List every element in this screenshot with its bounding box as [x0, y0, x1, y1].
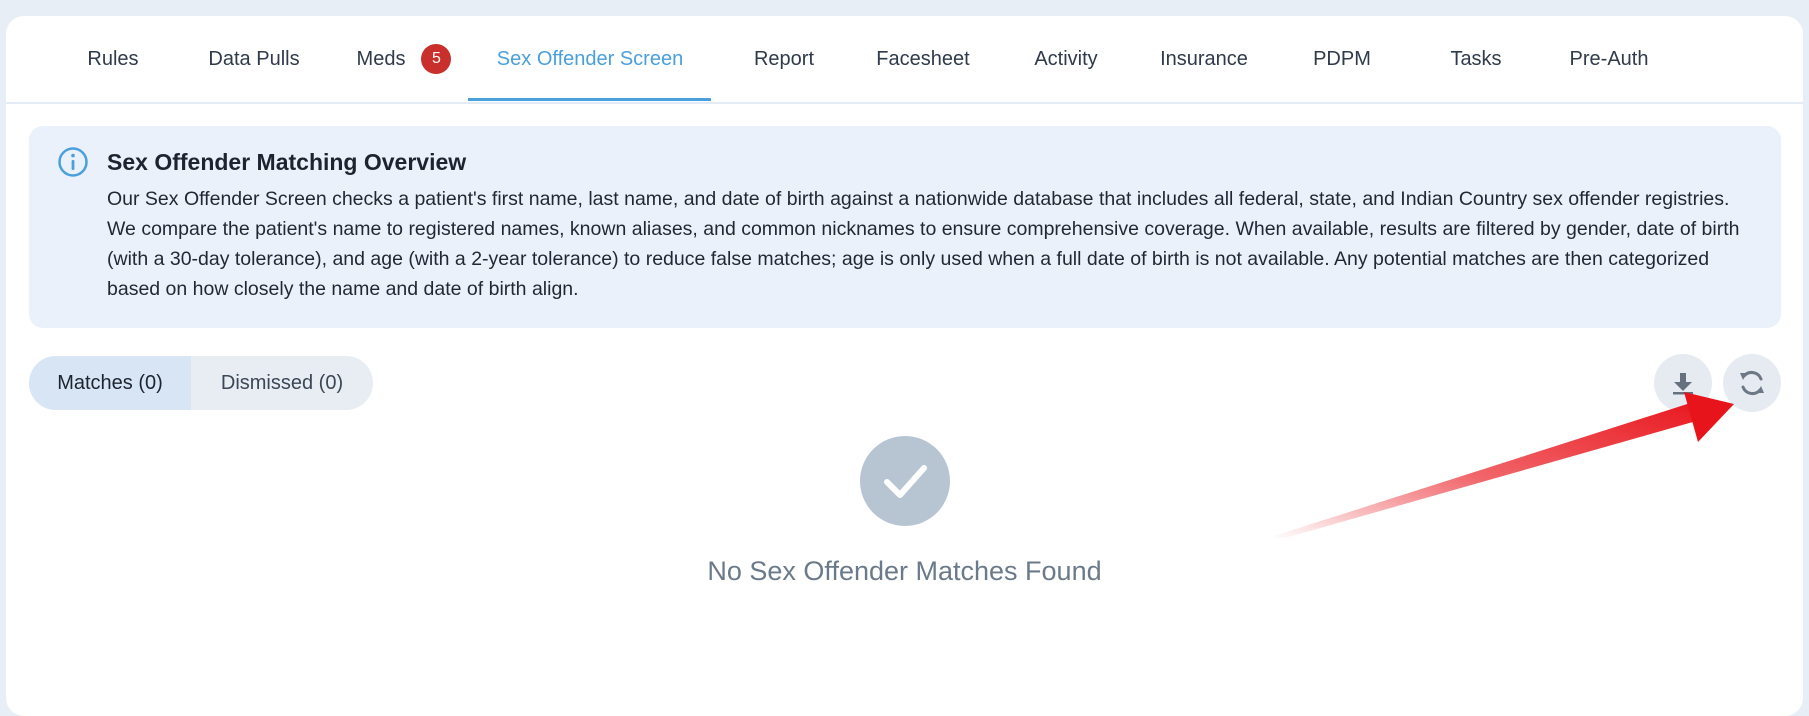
dismissed-segment[interactable]: Dismissed (0)	[191, 356, 373, 410]
tab-label: Report	[753, 47, 815, 70]
tab-label: Activity	[1034, 47, 1098, 70]
tab-label: Meds	[356, 47, 406, 70]
matches-segmented-control: Matches (0) Dismissed (0)	[29, 356, 373, 410]
tab-label: Tasks	[1450, 47, 1502, 70]
tab-label: Sex Offender Screen	[496, 47, 684, 70]
check-circle-icon	[860, 436, 950, 526]
tab-data-pulls[interactable]: Data Pulls	[196, 16, 312, 102]
tab-label: Data Pulls	[208, 47, 300, 70]
tab-activity[interactable]: Activity	[1016, 16, 1116, 102]
overview-description: Our Sex Offender Screen checks a patient…	[107, 188, 1740, 300]
tab-label: Facesheet	[876, 47, 970, 70]
tab-label: Rules	[87, 47, 139, 70]
empty-state-message: No Sex Offender Matches Found	[707, 556, 1102, 586]
tab-label: PDPM	[1313, 47, 1371, 70]
matches-segment[interactable]: Matches (0)	[29, 356, 191, 410]
meds-count-badge: 5	[421, 44, 452, 74]
annotation-arrow-icon	[1274, 392, 1734, 540]
tab-tasks[interactable]: Tasks	[1430, 16, 1522, 102]
tab-bar: Rules Data Pulls Meds 5 Sex Offender Scr…	[6, 16, 1803, 104]
tab-pre-auth[interactable]: Pre-Auth	[1554, 16, 1664, 102]
tab-sex-offender-screen[interactable]: Sex Offender Screen	[476, 16, 704, 102]
tab-insurance[interactable]: Insurance	[1146, 16, 1262, 102]
tab-label: Insurance	[1160, 47, 1248, 70]
overview-info-box: Sex Offender Matching Overview Our Sex O…	[29, 126, 1781, 328]
info-circle-icon	[58, 147, 88, 177]
tab-facesheet[interactable]: Facesheet	[864, 16, 982, 102]
active-tab-indicator	[468, 98, 711, 101]
main-card: Rules Data Pulls Meds 5 Sex Offender Scr…	[6, 16, 1803, 716]
tab-report[interactable]: Report	[736, 16, 832, 102]
tab-rules[interactable]: Rules	[68, 16, 158, 102]
overview-title: Sex Offender Matching Overview	[107, 149, 467, 175]
tab-label: Pre-Auth	[1569, 47, 1649, 70]
tab-meds[interactable]: Meds 5	[344, 16, 464, 102]
tab-pdpm[interactable]: PDPM	[1296, 16, 1388, 102]
